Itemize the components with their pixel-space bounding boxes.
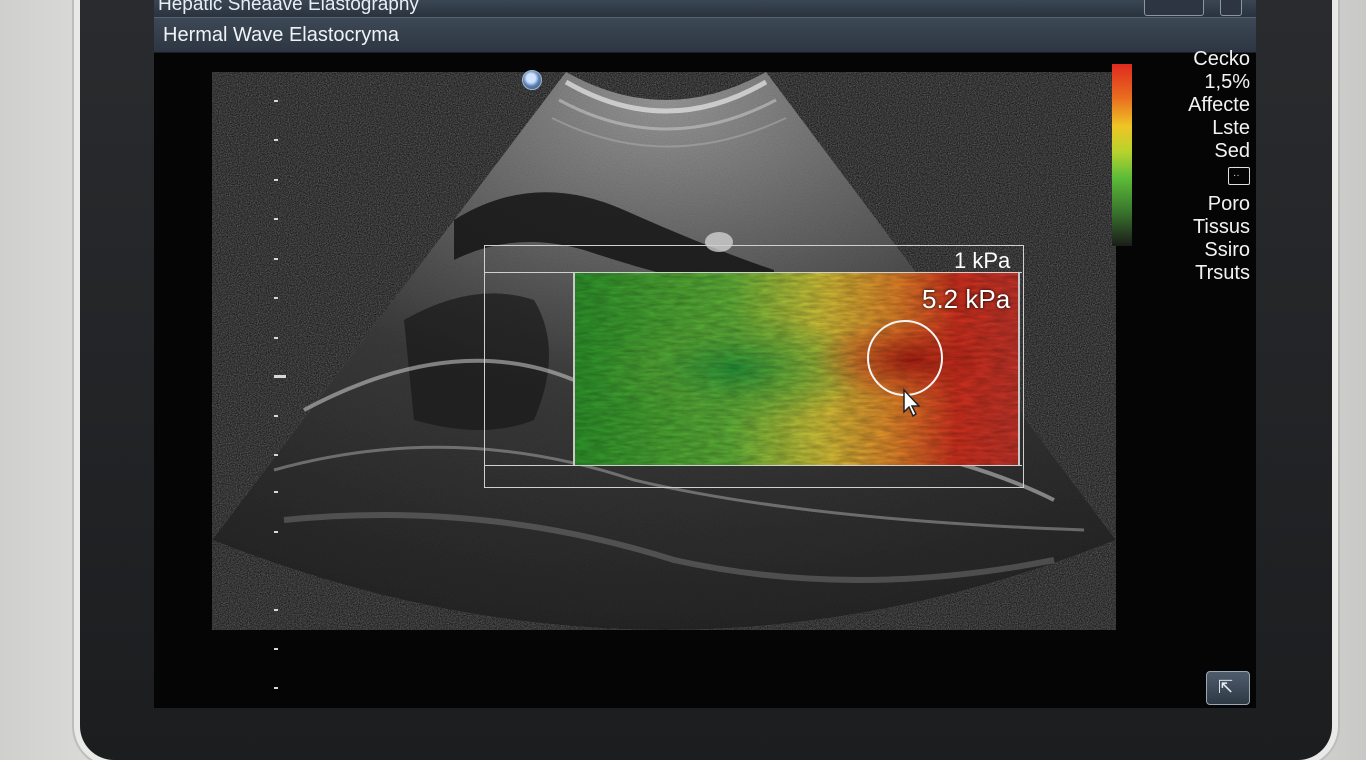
stiffness-color-bar	[1112, 64, 1132, 246]
depth-tick	[274, 687, 278, 689]
depth-tick	[274, 648, 278, 650]
roi-bottom-divider	[484, 465, 1022, 466]
depth-tick	[274, 218, 278, 220]
measurement-circle[interactable]	[867, 320, 943, 396]
grid-icon[interactable]	[1228, 164, 1250, 185]
legend-item: Ssiro	[1204, 239, 1250, 261]
depth-tick	[274, 531, 278, 533]
legend-item: Poro	[1207, 193, 1250, 215]
probe-orientation-icon	[522, 70, 542, 90]
legend-item: Affecte	[1188, 94, 1250, 116]
legend-item: Cecko	[1193, 48, 1250, 70]
side-legend: Cecko 1,5% Affecte Lste Sed Poro Tissus …	[1188, 48, 1250, 285]
depth-tick	[274, 415, 278, 417]
ultrasound-screen: Hepatic Sheaave Elastography Hermal Wave…	[154, 0, 1256, 708]
depth-tick	[274, 491, 278, 493]
pointer-cursor-icon	[903, 388, 921, 418]
roi-scale-label: 1 kPa	[954, 248, 1011, 273]
depth-tick	[274, 100, 278, 102]
legend-item: Trsuts	[1195, 262, 1250, 284]
depth-tick	[274, 609, 278, 611]
stiffness-measurement: 5.2 kPa	[922, 284, 1011, 314]
export-button[interactable]: ⇱	[1206, 671, 1250, 705]
legend-item: Lste	[1212, 117, 1250, 139]
depth-tick	[274, 454, 278, 456]
depth-tick	[274, 258, 278, 260]
depth-tick	[274, 179, 278, 181]
depth-tick	[274, 139, 278, 141]
depth-tick	[274, 297, 278, 299]
export-icon: ⇱	[1218, 677, 1234, 697]
legend-item: Tissus	[1192, 216, 1250, 238]
legend-item: Sed	[1214, 140, 1250, 162]
depth-tick	[274, 337, 278, 339]
legend-item: 1,5%	[1204, 71, 1250, 93]
depth-tick-major	[274, 375, 286, 378]
